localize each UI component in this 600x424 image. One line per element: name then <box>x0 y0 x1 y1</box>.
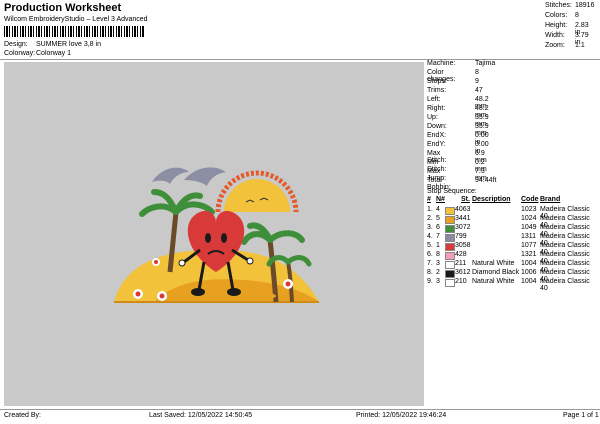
color-swatch <box>445 279 455 287</box>
needle-num: 8 <box>436 251 440 258</box>
color-swatch <box>445 216 455 224</box>
thread-brand: Madeira Classic 40 <box>540 278 590 292</box>
footer-divider <box>0 409 600 410</box>
stop-num: 5. <box>427 242 433 249</box>
col-n: N# <box>436 196 445 203</box>
stop-num: 6. <box>427 251 433 258</box>
stop-sequence-heading: Stop Sequence: <box>427 188 477 195</box>
last-saved: Last Saved: 12/05/2022 14:50:45 <box>149 412 253 419</box>
stop-row: 8. 2 3612 Diamond Black 1006 Madeira Classic … <box>427 269 598 283</box>
color-swatch <box>445 207 455 215</box>
stop-row: 1. 4 4063 1023 Madeira Classic 40 <box>427 206 598 220</box>
stop-row: 6. 8 428 1321 Madeira Classic 40 <box>427 251 598 265</box>
colorway-label: Colorway: <box>4 50 36 57</box>
barcode <box>4 26 144 37</box>
thread-code: 1004 <box>521 260 537 267</box>
thread-description: Natural White <box>472 278 515 285</box>
stitch-count: 4063 <box>455 206 471 213</box>
col-description: Description <box>472 196 511 203</box>
stop-num: 2. <box>427 215 433 222</box>
color-swatch <box>445 225 455 233</box>
needle-num: 7 <box>436 233 440 240</box>
color-swatch <box>445 234 455 242</box>
stop-row: 9. 3 210 Natural White 1004 Madeira Classic 4… <box>427 278 598 292</box>
stop-row: 3. 6 3072 1049 Madeira Classic 40 <box>427 224 598 238</box>
design-preview <box>4 62 424 406</box>
stop-row: 4. 7 799 1311 Madeira Classic 40 <box>427 233 598 247</box>
machine-info-panel: Machine: Tajima Color changes: 8 Stops: 9 T… <box>427 60 598 406</box>
needle-num: 5 <box>436 215 440 222</box>
col-st: St. <box>461 196 470 203</box>
col-code: Code <box>521 196 539 203</box>
thread-code: 1023 <box>521 206 537 213</box>
design-label: Design: <box>4 41 28 48</box>
thread-code: 1024 <box>521 215 537 222</box>
stop-num: 8. <box>427 269 433 276</box>
stitch-count: 211 <box>455 260 467 267</box>
footer: Created By: Last Saved: 12/05/2022 14:50… <box>0 412 600 422</box>
design-value: SUMMER love 3,8 in <box>36 41 101 48</box>
needle-num: 3 <box>436 278 440 285</box>
software-subtitle: Wilcom EmbroideryStudio – Level 3 Advanc… <box>4 16 148 23</box>
thread-code: 1049 <box>521 224 537 231</box>
stitch-count: 3072 <box>455 224 471 231</box>
stitch-count: 799 <box>455 233 467 240</box>
color-swatch <box>445 243 455 251</box>
stop-row: 5. 1 3058 1077 Madeira Classic 40 <box>427 242 598 256</box>
sun-icon <box>215 170 299 213</box>
col-brand: Brand <box>540 196 561 203</box>
thread-code: 1311 <box>521 233 537 240</box>
stitch-count: 210 <box>455 278 467 285</box>
flower-icon <box>152 258 160 266</box>
created-by: Created By: <box>4 412 41 419</box>
thread-code: 1004 <box>521 278 537 285</box>
col-num: # <box>427 196 431 203</box>
stitch-count: 3058 <box>455 242 471 249</box>
flower-icon <box>133 289 143 299</box>
color-swatch <box>445 261 455 269</box>
stitch-count: 428 <box>455 251 467 258</box>
needle-num: 3 <box>436 260 440 267</box>
flower-icon <box>157 291 167 301</box>
page-number: Page 1 of 1 <box>563 412 599 419</box>
color-swatch <box>445 252 455 260</box>
stop-num: 1. <box>427 206 433 213</box>
printed-date: Printed: 12/05/2022 19:46:24 <box>356 412 447 419</box>
stitch-count: 3441 <box>455 215 471 222</box>
stop-num: 3. <box>427 224 433 231</box>
needle-num: 2 <box>436 269 440 276</box>
thread-description: Diamond Black <box>472 269 520 276</box>
stop-num: 7. <box>427 260 433 267</box>
stop-row: 7. 3 211 Natural White 1004 Madeira Classic 4… <box>427 260 598 274</box>
embroidery-design-image <box>114 167 319 303</box>
thread-code: 1006 <box>521 269 537 276</box>
flower-icon <box>283 279 293 289</box>
needle-num: 4 <box>436 206 440 213</box>
stop-num: 4. <box>427 233 433 240</box>
stitch-count: 3612 <box>455 269 471 276</box>
thread-code: 1321 <box>521 251 537 258</box>
needle-num: 6 <box>436 224 440 231</box>
thread-code: 1077 <box>521 242 537 249</box>
colorway-value: Colorway 1 <box>36 50 72 57</box>
needle-num: 1 <box>436 242 440 249</box>
stop-row: 2. 5 3441 1024 Madeira Classic 40 <box>427 215 598 229</box>
color-swatch <box>445 270 455 278</box>
stop-num: 9. <box>427 278 433 285</box>
page-title: Production Worksheet <box>4 2 122 14</box>
thread-description: Natural White <box>472 260 515 267</box>
